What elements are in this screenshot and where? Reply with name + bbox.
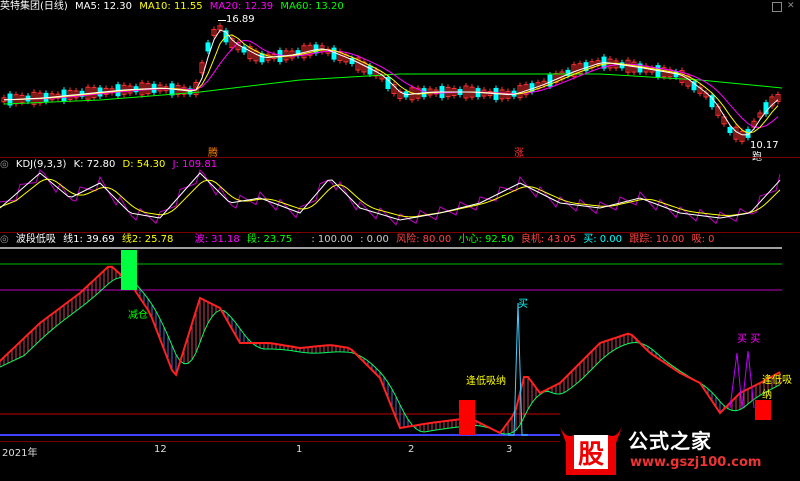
ma5-line (3, 29, 779, 136)
x-tick-1: 1 (296, 444, 303, 455)
kdj-panel: ◎ KDJ(9,3,3) K: 72.80 D: 54.30 J: 109.81 (0, 158, 800, 232)
buy-signal-bar-2 (755, 400, 771, 420)
buy-label-2: 买 买 (737, 334, 761, 345)
low-buy-label-2: 逢低吸纳 (762, 375, 792, 401)
watermark-url: www.gszj100.com (630, 455, 762, 470)
wave-line2 (0, 277, 781, 435)
watermark-name: 公式之家 (628, 429, 712, 453)
buy-label-1: 买 (518, 299, 528, 310)
high-price-label: 16.89 (226, 14, 255, 25)
x-tick-3: 3 (506, 444, 513, 455)
x-axis-line (0, 441, 560, 442)
sell-signal-bar (121, 250, 137, 290)
buy-signal-bar-1 (459, 400, 475, 435)
kdj-d-line (0, 178, 781, 218)
price-panel: 英特集团(日线) MA5: 12.30 MA10: 11.55 MA20: 12… (0, 0, 800, 163)
watermark: 股 公式之家 www.gszj100.com (556, 421, 796, 477)
sell-label: 减仓 (128, 310, 148, 321)
wave-hatch (0, 266, 781, 434)
wave-panel: ◎ 波段低吸 线1: 39.69 线2: 25.78 波: 31.18 段: 2… (0, 233, 800, 441)
ma20-line (3, 39, 779, 129)
wave-line1 (0, 265, 781, 435)
x-tick-12: 12 (154, 444, 167, 455)
ma10-line (3, 34, 779, 134)
low-buy-label-1: 逢低吸纳 (466, 376, 506, 387)
x-tick-2: 2 (408, 444, 415, 455)
ma60-line (3, 73, 783, 105)
watermark-logo-text: 股 (578, 440, 604, 470)
x-tick-2021: 2021年 (2, 448, 38, 459)
price-chart (1, 22, 783, 145)
high-arrow-icon (218, 20, 226, 21)
watermark-logo-icon: 股 (560, 427, 622, 475)
kdj-chart (0, 169, 781, 226)
wave-chart (0, 247, 782, 436)
